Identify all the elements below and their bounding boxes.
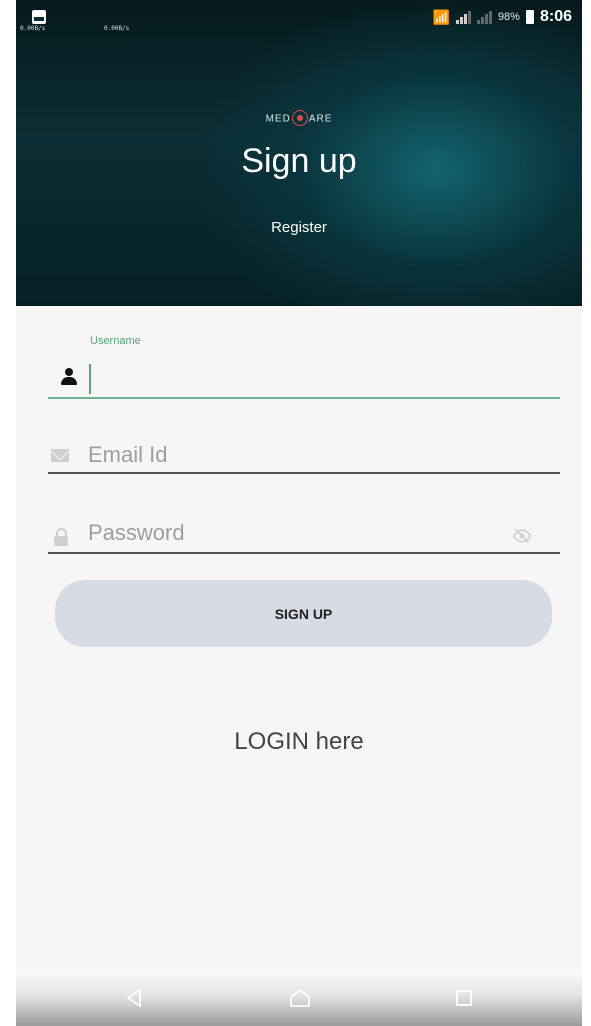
username-input[interactable] [89,364,91,394]
lock-icon [54,528,68,546]
username-underline [48,397,560,399]
email-underline [48,472,560,474]
sign-up-button[interactable]: SIGN UP [55,580,552,647]
logo-text-right: ARE [308,113,333,125]
wifi-icon: 📶 [432,8,450,25]
image-notification-icon [32,10,46,24]
battery-percent: 98% [497,11,520,23]
header-banner: 0.00B/s 0.00B/s 📶 98% 8:06 MED ARE Sign u… [16,0,582,306]
person-icon [60,368,78,386]
email-input[interactable]: Email Id [88,442,167,468]
home-icon[interactable] [286,984,314,1012]
app-logo: MED ARE [16,110,582,127]
page-title: Sign up [241,142,357,180]
eye-off-icon[interactable] [512,526,532,546]
status-clock: 8:06 [539,8,572,25]
app-screen: 0.00B/s 0.00B/s 📶 98% 8:06 MED ARE Sign u… [16,0,582,1026]
logo-text-left: MED [265,113,291,125]
status-bar: 0.00B/s 0.00B/s 📶 98% 8:06 [16,0,582,40]
signal-2-icon [476,10,492,24]
page-subtitle: Register [271,219,327,236]
status-icons: 📶 98% 8:06 [433,8,573,26]
network-speed-1: 0.00B/s [20,25,46,32]
back-triangle-icon[interactable] [120,984,148,1012]
battery-icon [525,10,534,24]
password-underline [48,552,560,554]
login-link[interactable]: LOGIN here [16,728,582,756]
mail-icon [51,449,69,462]
navigation-bar [16,970,582,1026]
signal-icon [455,10,471,24]
username-label: Username [90,335,141,347]
logo-mark-icon [291,110,308,126]
recents-square-icon[interactable] [450,984,478,1012]
network-speed-2: 0.00B/s [104,25,130,32]
password-input[interactable]: Password [88,520,185,546]
